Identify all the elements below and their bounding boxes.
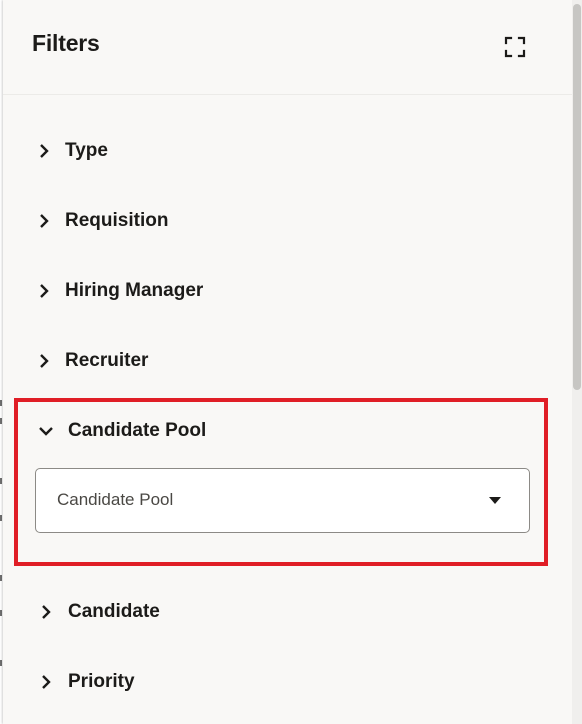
filter-candidate[interactable]: Candidate (3, 590, 572, 634)
filter-type-label: Type (65, 140, 108, 161)
filter-candidate-pool-label: Candidate Pool (68, 420, 207, 441)
filter-candidate-pool[interactable]: Candidate Pool (3, 409, 572, 453)
filter-recruiter[interactable]: Recruiter (3, 339, 572, 383)
expand-fullscreen-icon (504, 36, 526, 58)
chevron-right-icon (42, 675, 51, 689)
chevron-right-icon (40, 284, 49, 298)
scrollbar-thumb[interactable] (573, 4, 581, 390)
filter-hiring-manager-label: Hiring Manager (65, 280, 204, 301)
panel-header: Filters (3, 0, 572, 95)
filter-priority-label: Priority (68, 671, 135, 692)
filter-candidate-label: Candidate (68, 601, 160, 622)
expand-button[interactable] (499, 31, 531, 63)
filter-priority[interactable]: Priority (3, 660, 572, 704)
chevron-right-icon (42, 605, 51, 619)
chevron-down-icon (39, 427, 53, 436)
panel-scrollbar[interactable] (572, 0, 582, 724)
chevron-right-icon (40, 214, 49, 228)
filter-hiring-manager[interactable]: Hiring Manager (3, 269, 572, 313)
candidate-pool-select[interactable]: Candidate Pool (35, 468, 530, 533)
filters-panel: Filters Type Requisition Hiring Manager … (3, 0, 572, 724)
filter-requisition-label: Requisition (65, 210, 169, 231)
chevron-right-icon (40, 144, 49, 158)
chevron-right-icon (40, 354, 49, 368)
panel-title: Filters (32, 30, 100, 56)
caret-down-icon (489, 497, 501, 504)
filter-requisition[interactable]: Requisition (3, 199, 572, 243)
filter-type[interactable]: Type (3, 129, 572, 173)
filter-recruiter-label: Recruiter (65, 350, 149, 371)
candidate-pool-select-placeholder: Candidate Pool (57, 490, 174, 509)
